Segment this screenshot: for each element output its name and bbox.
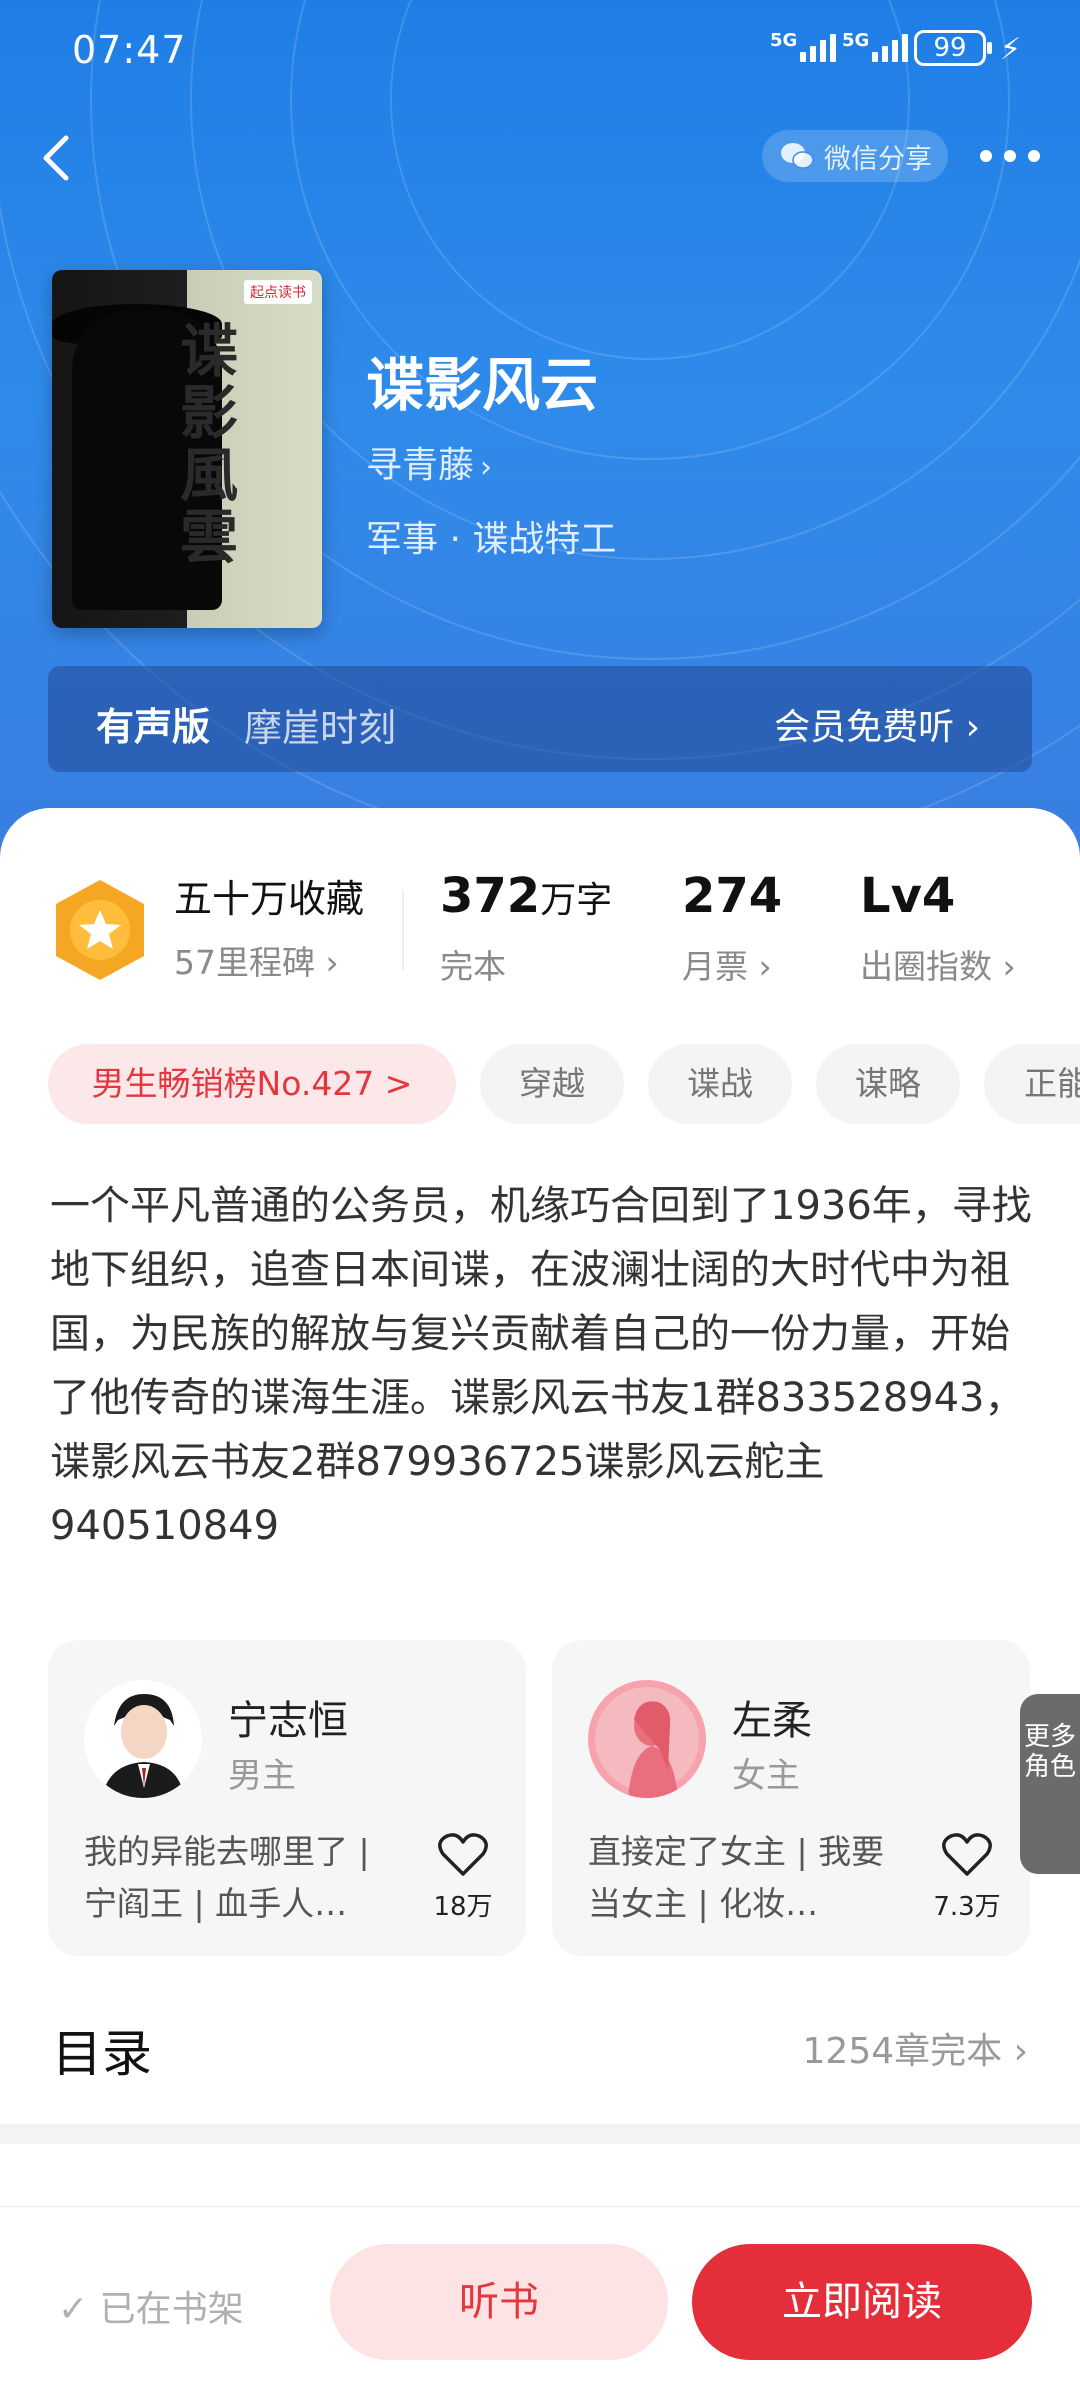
chevron-right-icon: › [965, 707, 980, 748]
on-shelf-status[interactable]: ✓ 已在书架 [58, 2280, 244, 2332]
book-title: 谍影风云 [366, 351, 599, 419]
more-options-button[interactable] [980, 142, 1050, 170]
role-tags: 直接定了女主 | 我要当女主 | 化妆… [588, 1832, 885, 1923]
word-count-number: 372 [440, 868, 541, 924]
toc-chapters-link[interactable]: 1254章完本 › [803, 2022, 1028, 2074]
like-count: 18万 [433, 1892, 493, 1922]
milestone-link[interactable]: 57里程碑 › [174, 936, 339, 984]
monthly-tickets-count: 274 [682, 868, 783, 924]
like-count: 7.3万 [933, 1892, 1001, 1922]
rank-tag[interactable]: 男生畅销榜No.427 > [48, 1044, 456, 1124]
like-button[interactable]: 7.3万 [932, 1830, 1002, 1923]
popularity-index-link[interactable]: 出圈指数 › [860, 940, 1016, 988]
signal-icon [800, 34, 836, 62]
chevron-right-icon: › [325, 943, 339, 982]
wechat-share-button[interactable]: 微信分享 [762, 130, 948, 182]
monthly-tickets-link[interactable]: 月票 › [682, 940, 772, 988]
stats-divider [402, 890, 404, 970]
book-genre: 军事 · 谍战特工 [366, 519, 617, 560]
cover-badge: 起点读书 [244, 280, 312, 304]
role-type: 男主 [228, 1756, 296, 1796]
word-count-unit: 万字 [540, 880, 613, 921]
status-time: 07:47 [72, 28, 187, 72]
tag-chip[interactable]: 穿越 [480, 1044, 624, 1124]
chevron-right-icon: › [1002, 947, 1016, 986]
role-name: 宁志恒 [228, 1698, 348, 1744]
audio-narrator: 摩崖时刻 [244, 706, 397, 750]
listen-button[interactable]: 听书 [330, 2244, 668, 2360]
chevron-left-icon [43, 135, 69, 181]
battery-icon: 99 [914, 30, 992, 66]
dot-icon [980, 150, 992, 162]
avatar [84, 1680, 202, 1798]
vip-free-label: 会员免费听 [774, 707, 955, 748]
role-card[interactable]: 左柔 女主 直接定了女主 | 我要当女主 | 化妆… 7.3万 [552, 1640, 1030, 1956]
signal-icon [872, 34, 908, 62]
author-name: 寻青藤 [366, 445, 475, 486]
network-label: 5G [770, 30, 798, 51]
chevron-right-icon: › [1013, 2031, 1028, 2072]
cover-title: 谍影風雲 [180, 317, 239, 571]
word-count: 372万字 [440, 868, 612, 924]
vip-free-listen: 会员免费听 › [774, 698, 980, 750]
status-bar: 07:47 5G 5G 99 ⚡ [0, 22, 1080, 78]
like-button[interactable]: 18万 [428, 1830, 498, 1923]
tag-chip[interactable]: 正能 [984, 1044, 1080, 1124]
share-label: 微信分享 [824, 143, 932, 175]
book-synopsis[interactable]: 一个平凡普通的公务员，机缘巧合回到了1936年，寻找地下组织，追查日本间谍，在波… [50, 1174, 1040, 1558]
toc-title[interactable]: 目录 [52, 2014, 152, 2086]
audio-version-bar[interactable]: 有声版 摩崖时刻 会员免费听 › [48, 666, 1032, 772]
dot-icon [1028, 150, 1040, 162]
milestone-label: 57里程碑 [174, 943, 315, 982]
popularity-level: Lv4 [860, 868, 956, 924]
back-button[interactable] [28, 122, 88, 192]
audio-label: 有声版 [96, 705, 211, 749]
tag-chip[interactable]: 谍战 [648, 1044, 792, 1124]
completion-status: 完本 [440, 947, 506, 986]
section-divider [0, 2124, 1080, 2144]
tag-chip[interactable]: 谋略 [816, 1044, 960, 1124]
monthly-tickets-label: 月票 [682, 947, 748, 986]
heart-icon [942, 1833, 992, 1876]
author-link[interactable]: 寻青藤 › [366, 436, 492, 488]
book-cover[interactable]: 起点读书 谍影風雲 [52, 270, 322, 628]
role-type: 女主 [732, 1756, 800, 1796]
wechat-icon [781, 143, 814, 169]
network-label: 5G [842, 30, 870, 51]
role-card[interactable]: 宁志恒 男主 我的异能去哪里了 | 宁阎王 | 血手人… 18万 [48, 1640, 526, 1956]
dot-icon [1004, 150, 1016, 162]
read-now-button[interactable]: 立即阅读 [692, 2244, 1032, 2360]
toc-chapter-count: 1254章完本 [802, 2031, 1003, 2072]
chevron-right-icon: › [480, 450, 493, 485]
more-roles-button[interactable]: 更多角色 [1020, 1694, 1080, 1874]
medal-star-icon [56, 880, 144, 980]
avatar [588, 1680, 706, 1798]
role-name: 左柔 [732, 1698, 812, 1744]
charging-icon: ⚡ [1000, 32, 1022, 67]
heart-icon [438, 1833, 488, 1876]
collect-count: 五十万收藏 [174, 877, 365, 921]
chevron-right-icon: › [758, 947, 772, 986]
popularity-index-label: 出圈指数 [860, 947, 992, 986]
role-tags: 我的异能去哪里了 | 宁阎王 | 血手人… [84, 1832, 370, 1923]
